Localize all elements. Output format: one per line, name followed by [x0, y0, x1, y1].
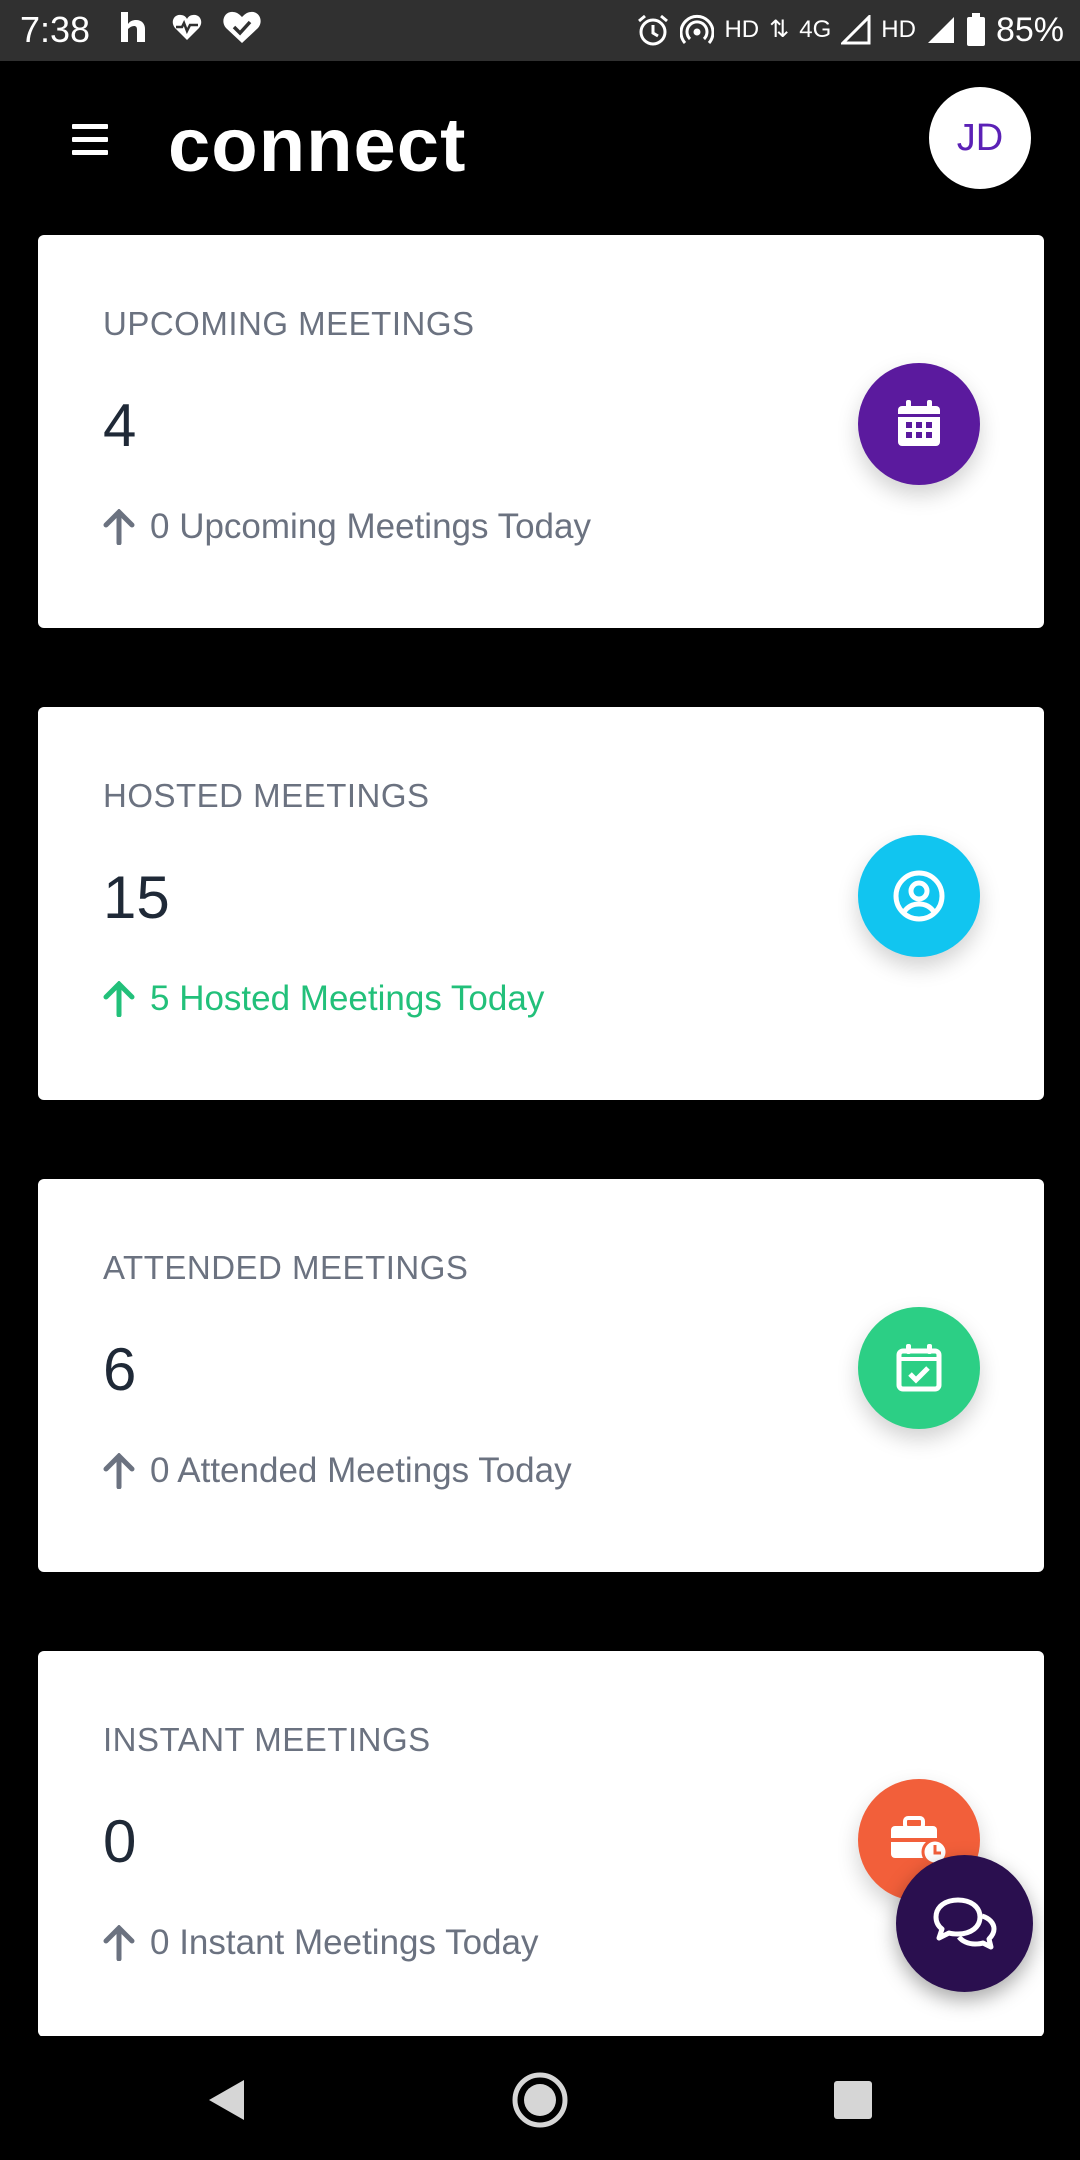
health-heart-icon [223, 11, 261, 43]
attended-meetings-card[interactable]: ATTENDED MEETINGS 6 0 Attended Meetings … [38, 1179, 1044, 1572]
data-arrows-icon: ⇅ [769, 16, 790, 43]
card-subtitle: 0 Instant Meetings Today [102, 1923, 539, 1963]
user-circle-icon [858, 835, 980, 957]
instant-meetings-card[interactable]: INSTANT MEETINGS 0 0 Instant Meetings To… [38, 1651, 1044, 2037]
user-avatar[interactable]: JD [929, 87, 1031, 189]
calendar-check-icon [858, 1307, 980, 1429]
hosted-meetings-card[interactable]: HOSTED MEETINGS 15 5 Hosted Meetings Tod… [38, 707, 1044, 1100]
nav-back-icon[interactable] [206, 2078, 246, 2122]
card-title: INSTANT MEETINGS [103, 1721, 431, 1758]
hamburger-menu-icon[interactable] [72, 124, 108, 156]
card-subtitle-text: 0 Attended Meetings Today [150, 1451, 572, 1490]
card-subtitle: 0 Upcoming Meetings Today [102, 507, 591, 547]
card-title: UPCOMING MEETINGS [103, 305, 475, 342]
system-nav-bar [0, 2036, 1080, 2160]
nav-recents-icon[interactable] [834, 2081, 872, 2119]
signal-icon-2 [927, 17, 954, 43]
logo-text: connect [168, 103, 467, 188]
app-header: connect JD [0, 61, 1080, 231]
battery-icon [966, 13, 985, 46]
status-time: 7:38 [20, 9, 91, 50]
network-type: 4G [799, 16, 832, 43]
arrow-up-icon [103, 1453, 135, 1489]
card-value: 0 [103, 1808, 137, 1875]
card-subtitle-text: 0 Instant Meetings Today [150, 1923, 539, 1962]
app-logo: connect [168, 101, 466, 191]
hd-label-2: HD [881, 16, 916, 43]
arrow-up-icon [103, 1925, 135, 1961]
avatar-initials: JD [956, 116, 1004, 159]
upcoming-meetings-card[interactable]: UPCOMING MEETINGS 4 0 Upcoming Meetings … [38, 235, 1044, 628]
card-title: ATTENDED MEETINGS [103, 1249, 469, 1286]
arrow-up-icon [103, 509, 135, 545]
chat-button[interactable] [896, 1855, 1033, 1992]
card-title: HOSTED MEETINGS [103, 777, 430, 814]
heart-rate-icon [172, 14, 202, 41]
card-value: 4 [103, 392, 137, 459]
signal-icon [841, 15, 871, 45]
card-subtitle: 5 Hosted Meetings Today [102, 979, 544, 1019]
calendar-grid-icon [858, 363, 980, 485]
home-notification-icon [121, 12, 145, 42]
card-value: 15 [103, 864, 170, 931]
hd-label: HD [724, 16, 760, 43]
status-bar: 7:38 HD ⇅ 4G HD 85% [0, 0, 1080, 61]
card-subtitle: 0 Attended Meetings Today [102, 1451, 572, 1491]
card-subtitle-text: 5 Hosted Meetings Today [150, 979, 545, 1018]
card-value: 6 [103, 1336, 137, 1403]
battery-percent: 85% [995, 11, 1064, 49]
arrow-up-icon [103, 981, 135, 1017]
hotspot-icon [680, 14, 715, 44]
nav-home-icon[interactable] [512, 2072, 568, 2128]
alarm-icon [638, 14, 669, 46]
chat-bubbles-icon [933, 1897, 996, 1949]
card-subtitle-text: 0 Upcoming Meetings Today [150, 507, 591, 546]
